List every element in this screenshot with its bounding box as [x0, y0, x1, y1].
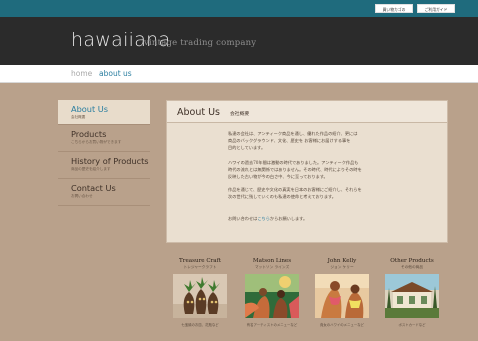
- product-card-treasure-craft[interactable]: Treasure Craft トレジャークラフト 七宝焼のお皿、花瓶など: [172, 258, 228, 327]
- product-card-other-products[interactable]: Other Products その他の商品 ポストカードなど: [384, 258, 440, 327]
- contact-suffix: からお願いします。: [269, 216, 308, 221]
- cart-button[interactable]: 買い物カゴの: [375, 4, 413, 13]
- product-caption: 貴女のハワイのメニューなど: [319, 323, 365, 327]
- sidebar-item-about-us[interactable]: About Us 会社概要: [58, 100, 150, 125]
- product-kana: トレジャークラフト: [183, 265, 217, 269]
- product-caption: 有名アーティストのメニューなど: [246, 323, 298, 327]
- product-name: Matson Lines: [252, 258, 292, 264]
- sidebar-item-subtitle: 会社概要: [71, 115, 86, 119]
- product-caption: ポストカードなど: [398, 323, 426, 327]
- product-kana: マットソン ラインズ: [254, 265, 290, 269]
- panel-header: About Us 会社概要: [167, 101, 447, 123]
- sidebar-item-title: Contact Us: [71, 183, 116, 193]
- treasure-craft-image[interactable]: [173, 274, 227, 318]
- sidebar-item-title: History of Products: [71, 156, 149, 166]
- matson-lines-image[interactable]: [245, 274, 299, 318]
- breadcrumb-current: about us: [99, 69, 132, 78]
- other-products-image[interactable]: [385, 274, 439, 318]
- sidebar-item-title: About Us: [71, 104, 109, 114]
- sidebar-item-subtitle: 商品の歴史を紹介します: [71, 167, 111, 171]
- text-line: ハワイの過去70年間は激動の時代でありました。アンティーク作品も: [228, 160, 359, 165]
- text-line: 目的としています。: [228, 145, 266, 150]
- text-line: 次の世代に残していくのも私達の使命と考えております。: [228, 194, 336, 199]
- page-title: About Us: [177, 107, 221, 118]
- sidebar-item-history[interactable]: History of Products 商品の歴史を紹介します: [58, 152, 150, 179]
- text-line: 私達の会社は、アンティーク商品を通し、優れた作品の紹介、更には: [228, 131, 358, 136]
- text-line: 反映した古い物が今の白さ中、今に至っております。: [228, 174, 328, 179]
- sidebar-item-products[interactable]: Products こちらからお買い物ができます: [58, 125, 150, 152]
- sidebar-nav: About Us 会社概要 Products こちらからお買い物ができます Hi…: [58, 100, 150, 206]
- contact-prefix: お問い合わせは: [228, 216, 258, 221]
- guide-button[interactable]: ご利用ガイド: [417, 4, 455, 13]
- product-name: Other Products: [390, 258, 434, 264]
- breadcrumb-home-link[interactable]: home: [71, 69, 92, 78]
- product-kana: ジョン ケリー: [330, 265, 354, 269]
- text-line: 作品を通じて、歴史や文化の真実を日本のお客様にご紹介し、それらを: [228, 187, 362, 192]
- about-panel: About Us 会社概要 私達の会社は、アンティーク商品を通し、優れた作品の紹…: [166, 100, 448, 243]
- intro-paragraph: 私達の会社は、アンティーク商品を通し、優れた作品の紹介、更には 商品のバックグラ…: [228, 130, 400, 151]
- product-caption: 七宝焼のお皿、花瓶など: [181, 323, 219, 327]
- breadcrumb: home about us: [0, 65, 478, 83]
- site-header: hawaiiana vintage trading company: [0, 17, 478, 65]
- contact-link[interactable]: こちら: [257, 216, 270, 221]
- text-line: 商品のバックグラウンド、文化、歴史を お客様にお届けする事を: [228, 138, 351, 143]
- product-card-matson-lines[interactable]: Matson Lines マットソン ラインズ 有名アーティストのメニューなど: [244, 258, 300, 327]
- contact-line: お問い合わせはこちらからお願いします。: [228, 215, 400, 222]
- page-subtitle: 会社概要: [230, 112, 250, 117]
- sidebar-item-subtitle: こちらからお買い物ができます: [71, 140, 122, 144]
- product-card-john-kelly[interactable]: John Kelly ジョン ケリー 貴女のハワイのメニューなど: [314, 258, 370, 327]
- product-name: Treasure Craft: [179, 258, 221, 264]
- site-tagline: vintage trading company: [144, 38, 257, 48]
- product-kana: その他の商品: [400, 265, 424, 269]
- mission-paragraph: 作品を通じて、歴史や文化の真実を日本のお客様にご紹介し、それらを 次の世代に残し…: [228, 186, 400, 200]
- sidebar-item-subtitle: お問い合わせ: [71, 194, 93, 198]
- sidebar-item-contact[interactable]: Contact Us お問い合わせ: [58, 179, 150, 206]
- john-kelly-image[interactable]: [315, 274, 369, 318]
- history-paragraph: ハワイの過去70年間は激動の時代でありました。アンティーク作品も 時代の流れとは…: [228, 159, 400, 180]
- text-line: 時代の流れとは無関係ではありません。その時代、時代によりその時を: [228, 167, 362, 172]
- product-name: John Kelly: [327, 258, 357, 264]
- sidebar-item-title: Products: [71, 129, 107, 139]
